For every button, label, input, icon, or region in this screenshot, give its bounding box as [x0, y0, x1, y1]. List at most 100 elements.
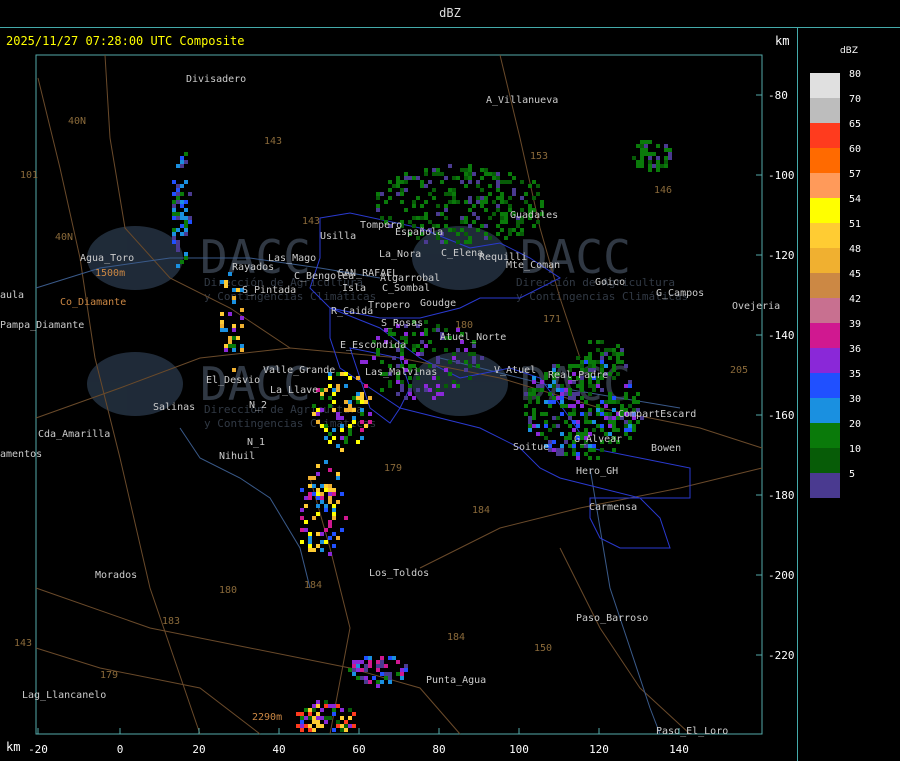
echo-pixel [484, 224, 488, 228]
echo-pixel [500, 216, 504, 220]
echo-pixel [520, 196, 524, 200]
echo-pixel [308, 544, 312, 548]
echo-pixel [612, 428, 616, 432]
echo-pixel [320, 492, 324, 496]
echo-pixel [664, 144, 668, 148]
echo-pixel [620, 348, 624, 352]
echo-pixel [588, 384, 592, 388]
echo-pixel [452, 192, 456, 196]
echo-pixel [472, 360, 476, 364]
echo-pixel [376, 660, 380, 664]
echo-pixel [360, 668, 364, 672]
echo-pixel [460, 168, 464, 172]
echo-pixel [388, 384, 392, 388]
echo-pixel [172, 240, 176, 244]
echo-pixel [388, 180, 392, 184]
place-label: C_Sombal [382, 283, 430, 294]
echo-pixel [428, 340, 432, 344]
echo-pixel [632, 156, 636, 160]
echo-pixel [360, 436, 364, 440]
echo-pixel [336, 416, 340, 420]
echo-pixel [388, 672, 392, 676]
echo-pixel [332, 492, 336, 496]
echo-pixel [392, 656, 396, 660]
echo-pixel [424, 200, 428, 204]
echo-pixel [240, 324, 244, 328]
echo-pixel [560, 384, 564, 388]
echo-pixel [484, 200, 488, 204]
echo-pixel [616, 360, 620, 364]
echo-pixel [524, 192, 528, 196]
echo-pixel [636, 392, 640, 396]
echo-pixel [616, 356, 620, 360]
echo-pixel [600, 352, 604, 356]
echo-pixel [640, 152, 644, 156]
echo-pixel [404, 332, 408, 336]
echo-pixel [376, 208, 380, 212]
place-label: R_Caida [331, 306, 373, 317]
legend-swatch [810, 348, 840, 373]
echo-pixel [592, 388, 596, 392]
echo-pixel [596, 360, 600, 364]
echo-pixel [536, 184, 540, 188]
echo-pixel [316, 420, 320, 424]
place-label: 1500m [95, 268, 125, 279]
route-label: 205 [730, 365, 748, 376]
echo-pixel [340, 724, 344, 728]
echo-pixel [412, 176, 416, 180]
echo-pixel [180, 200, 184, 204]
echo-pixel [432, 172, 436, 176]
echo-pixel [476, 196, 480, 200]
echo-pixel [444, 192, 448, 196]
echo-pixel [400, 384, 404, 388]
echo-pixel [604, 352, 608, 356]
place-label: Lag_Llancanelo [22, 690, 106, 701]
echo-pixel [440, 172, 444, 176]
echo-pixel [532, 196, 536, 200]
echo-pixel [420, 340, 424, 344]
echo-pixel [432, 348, 436, 352]
echo-pixel [580, 384, 584, 388]
echo-pixel [664, 148, 668, 152]
place-label: Valle_Grande [263, 365, 335, 376]
echo-pixel [328, 484, 332, 488]
legend-swatch [810, 398, 840, 423]
echo-pixel [356, 668, 360, 672]
echo-pixel [316, 472, 320, 476]
echo-pixel [548, 428, 552, 432]
radar-map[interactable]: DACC DACC DACC DACC Dirección de Agricul… [0, 28, 798, 761]
echo-pixel [472, 352, 476, 356]
x-tick-label: 80 [432, 743, 445, 756]
echo-pixel [600, 388, 604, 392]
place-label: Agua_Toro [80, 253, 134, 264]
echo-pixel [480, 204, 484, 208]
echo-pixel [668, 148, 672, 152]
echo-pixel [600, 340, 604, 344]
echo-pixel [600, 400, 604, 404]
echo-pixel [400, 188, 404, 192]
echo-pixel [504, 236, 508, 240]
echo-pixel [308, 492, 312, 496]
echo-pixel [304, 716, 308, 720]
echo-pixel [596, 348, 600, 352]
echo-pixel [308, 716, 312, 720]
echo-pixel [572, 392, 576, 396]
echo-pixel [648, 156, 652, 160]
echo-pixel [352, 724, 356, 728]
echo-pixel [452, 200, 456, 204]
echo-pixel [176, 188, 180, 192]
echo-pixel [304, 708, 308, 712]
echo-pixel [396, 660, 400, 664]
echo-pixel [304, 528, 308, 532]
echo-pixel [324, 488, 328, 492]
echo-pixel [404, 172, 408, 176]
echo-pixel [568, 424, 572, 428]
place-label: Hero_GH [576, 466, 618, 477]
echo-pixel [400, 672, 404, 676]
echo-pixel [532, 412, 536, 416]
echo-pixel [500, 220, 504, 224]
echo-pixel [616, 344, 620, 348]
echo-pixel [332, 532, 336, 536]
radar-map-panel[interactable]: 2025/11/27 07:28:00 UTC Composite km km … [0, 28, 798, 761]
echo-pixel [648, 164, 652, 168]
